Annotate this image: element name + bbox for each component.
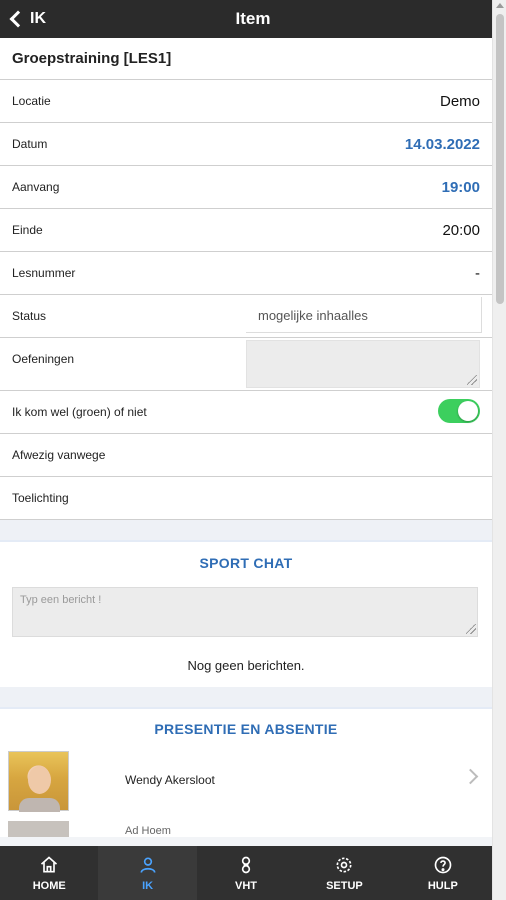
gear-icon bbox=[336, 857, 352, 872]
nav-hulp-label: HULP bbox=[427, 879, 458, 892]
main-content: Groepstraining [LES1] Locatie Demo Datum… bbox=[0, 38, 492, 837]
einde-label: Einde bbox=[12, 223, 43, 237]
section-divider bbox=[0, 687, 492, 709]
item-details: Groepstraining [LES1] Locatie Demo Datum… bbox=[0, 38, 492, 520]
presence-section: PRESENTIE EN ABSENTIE Wendy Akersloot Ad… bbox=[0, 709, 492, 837]
scrollbar-thumb[interactable] bbox=[496, 14, 504, 304]
presence-title: PRESENTIE EN ABSENTIE bbox=[154, 721, 338, 737]
aanvang-label: Aanvang bbox=[12, 180, 60, 194]
no-messages-text: Nog geen berichten. bbox=[187, 658, 305, 673]
row-oefeningen: Oefeningen bbox=[0, 338, 492, 391]
chat-resize-handle-icon[interactable] bbox=[466, 624, 476, 634]
toggle-knob bbox=[458, 401, 478, 421]
nav-vht[interactable]: VHT bbox=[197, 846, 295, 900]
aanwezig-label: Ik kom wel (groen) of niet bbox=[12, 405, 147, 419]
nav-home-label: HOME bbox=[32, 879, 66, 892]
nav-setup-label: SETUP bbox=[326, 879, 363, 892]
scrollbar[interactable] bbox=[492, 0, 506, 900]
oefeningen-label: Oefeningen bbox=[12, 352, 75, 366]
row-locatie: Locatie Demo bbox=[0, 80, 492, 123]
bottom-navigation: HOME IK VHT SETUP HULP bbox=[0, 846, 492, 900]
nav-home[interactable]: HOME bbox=[0, 846, 98, 900]
toelichting-label: Toelichting bbox=[12, 491, 69, 505]
nav-ik[interactable]: IK bbox=[98, 846, 197, 900]
item-title: Groepstraining [LES1] bbox=[0, 38, 492, 80]
row-toelichting[interactable]: Toelichting bbox=[0, 477, 492, 520]
page-title: Item bbox=[235, 9, 271, 28]
row-lesnummer: Lesnummer - bbox=[0, 252, 492, 295]
row-afwezig[interactable]: Afwezig vanwege bbox=[0, 434, 492, 477]
chat-message-input[interactable]: Typ een bericht ! bbox=[12, 587, 478, 637]
section-divider bbox=[0, 520, 492, 542]
datum-value[interactable]: 14.03.2022 bbox=[405, 136, 480, 153]
resize-handle-icon[interactable] bbox=[467, 375, 477, 385]
row-einde: Einde 20:00 bbox=[0, 209, 492, 252]
nav-vht-label: VHT bbox=[235, 879, 258, 892]
user-icon bbox=[140, 857, 156, 873]
attendance-toggle[interactable] bbox=[438, 399, 480, 423]
row-datum: Datum 14.03.2022 bbox=[0, 123, 492, 166]
top-bar: IK Item bbox=[0, 0, 506, 38]
status-label: Status bbox=[12, 309, 47, 323]
medal-icon bbox=[241, 856, 251, 873]
locatie-label: Locatie bbox=[12, 94, 51, 108]
einde-value: 20:00 bbox=[442, 222, 480, 239]
aanvang-value[interactable]: 19:00 bbox=[442, 179, 480, 196]
status-field[interactable]: mogelijke inhaalles bbox=[246, 297, 482, 333]
scroll-up-icon[interactable] bbox=[496, 3, 504, 8]
afwezig-label: Afwezig vanwege bbox=[12, 448, 106, 462]
avatar bbox=[8, 751, 69, 812]
nav-setup[interactable]: SETUP bbox=[295, 846, 393, 900]
home-icon bbox=[41, 855, 58, 872]
chevron-right-icon bbox=[462, 768, 479, 785]
help-icon bbox=[434, 856, 452, 873]
avatar bbox=[8, 821, 69, 837]
oefeningen-textarea[interactable] bbox=[246, 340, 480, 388]
person-name: Wendy Akersloot bbox=[125, 773, 215, 787]
row-aanwezig: Ik kom wel (groen) of niet bbox=[0, 391, 492, 434]
list-item[interactable]: Ad Hoem bbox=[0, 817, 492, 837]
lesnummer-label: Lesnummer bbox=[12, 266, 76, 280]
nav-hulp[interactable]: HULP bbox=[394, 846, 492, 900]
sport-chat-section: SPORT CHAT Typ een bericht ! Nog geen be… bbox=[0, 542, 492, 687]
person-name: Ad Hoem bbox=[125, 825, 171, 837]
row-status: Status mogelijke inhaalles bbox=[0, 295, 492, 338]
row-aanvang: Aanvang 19:00 bbox=[0, 166, 492, 209]
datum-label: Datum bbox=[12, 137, 48, 151]
nav-ik-label: IK bbox=[142, 879, 154, 892]
locatie-value: Demo bbox=[439, 93, 480, 110]
chat-title: SPORT CHAT bbox=[199, 555, 293, 571]
lesnummer-value: - bbox=[475, 265, 480, 282]
list-item[interactable]: Wendy Akersloot bbox=[0, 745, 492, 817]
